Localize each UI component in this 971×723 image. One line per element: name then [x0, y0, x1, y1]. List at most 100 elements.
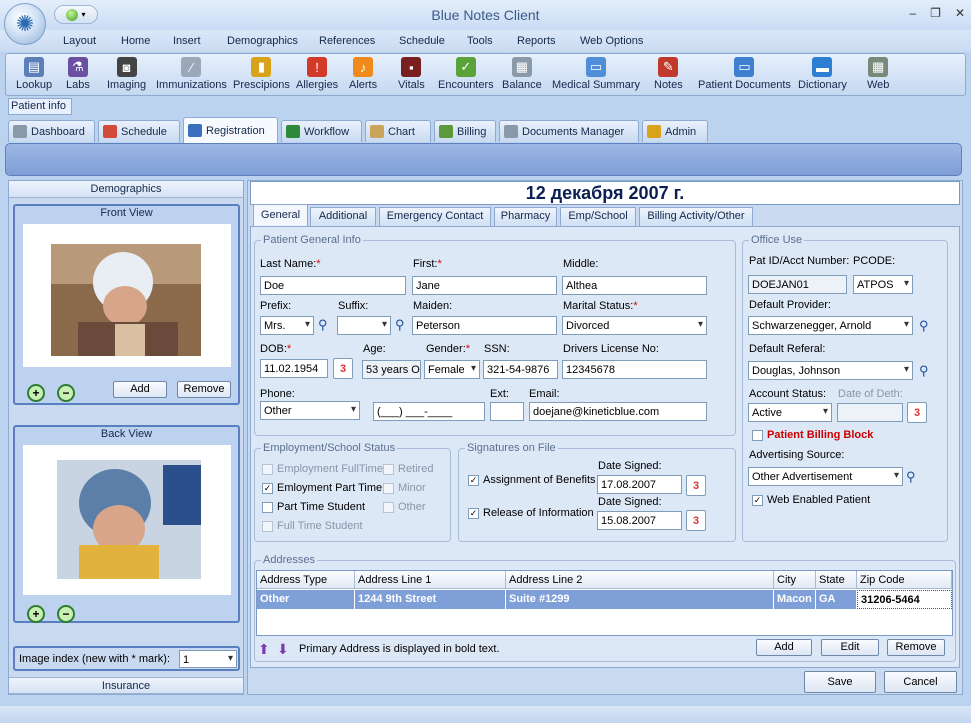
- app-orb-button[interactable]: ✺: [4, 3, 46, 45]
- arrow-up-icon[interactable]: ⬆: [258, 641, 270, 658]
- menu-references[interactable]: References: [319, 35, 375, 47]
- toolbar-medical-summary-button[interactable]: ▭ Medical Summary: [552, 57, 640, 95]
- default-referal-select[interactable]: Douglas, Johnson: [748, 361, 913, 380]
- add-image-button[interactable]: Add: [113, 381, 167, 398]
- demographics-header[interactable]: Demographics: [9, 181, 243, 198]
- last-name-field[interactable]: Doe: [260, 276, 406, 295]
- phone-type-select[interactable]: Other: [260, 401, 360, 420]
- subtab-billing-activity[interactable]: Billing Activity/Other: [639, 207, 753, 226]
- parttime-student-checkbox[interactable]: Part Time Student: [262, 501, 365, 513]
- calendar-icon[interactable]: 3: [686, 475, 706, 496]
- toolbar-imaging-button[interactable]: ◙ Imaging: [107, 57, 146, 95]
- tab-schedule[interactable]: Schedule: [98, 120, 180, 142]
- menu-insert[interactable]: Insert: [173, 35, 201, 47]
- toolbar-web-button[interactable]: ▦ Web: [867, 57, 889, 95]
- search-icon[interactable]: ⚲: [318, 317, 334, 333]
- toolbar-immunizations-button[interactable]: ⁄ Immunizations: [156, 57, 227, 95]
- column-header[interactable]: State: [816, 571, 857, 589]
- zoom-out-icon[interactable]: −: [57, 605, 75, 623]
- suffix-select[interactable]: [337, 316, 391, 335]
- minimize-button[interactable]: –: [909, 6, 916, 20]
- insurance-header[interactable]: Insurance: [9, 677, 243, 694]
- save-button[interactable]: Save: [804, 671, 876, 693]
- pcode-select[interactable]: ATPOS: [853, 275, 913, 294]
- zoom-in-icon[interactable]: +: [27, 384, 45, 402]
- add-address-button[interactable]: Add: [756, 639, 812, 656]
- toolbar-labs-button[interactable]: ⚗ Labs: [66, 57, 90, 95]
- menu-tools[interactable]: Tools: [467, 35, 493, 47]
- toolbar-balance-button[interactable]: ▦ Balance: [502, 57, 542, 95]
- tab-billing[interactable]: Billing: [434, 120, 496, 142]
- middle-name-field[interactable]: Althea: [562, 276, 707, 295]
- toolbar-dictionary-button[interactable]: ▬ Dictionary: [798, 57, 847, 95]
- column-header[interactable]: Address Type: [257, 571, 355, 589]
- patient-billing-block-checkbox[interactable]: Patient Billing Block: [752, 429, 873, 441]
- assignment-date-field[interactable]: 17.08.2007: [597, 475, 682, 494]
- release-of-information-checkbox[interactable]: ✓ Release of Information: [468, 507, 594, 519]
- search-icon[interactable]: ⚲: [906, 469, 922, 485]
- calendar-icon[interactable]: 3: [907, 402, 927, 423]
- first-name-field[interactable]: Jane: [412, 276, 557, 295]
- ssn-field[interactable]: 321-54-9876: [483, 360, 558, 379]
- phone-field[interactable]: (___) ___-____: [373, 402, 485, 421]
- dob-field[interactable]: 11.02.1954: [260, 359, 328, 378]
- ext-field[interactable]: [490, 402, 524, 421]
- release-date-field[interactable]: 15.08.2007: [597, 511, 682, 530]
- fulltime-student-checkbox[interactable]: Full Time Student: [262, 520, 363, 532]
- maiden-field[interactable]: Peterson: [412, 316, 557, 335]
- column-header[interactable]: City: [774, 571, 816, 589]
- menu-demographics[interactable]: Demographics: [227, 35, 298, 47]
- calendar-icon[interactable]: 3: [333, 358, 353, 379]
- gender-select[interactable]: Female: [424, 360, 480, 379]
- toolbar-allergies-button[interactable]: ! Allergies: [296, 57, 338, 95]
- cancel-button[interactable]: Cancel: [884, 671, 957, 693]
- assignment-of-benefits-checkbox[interactable]: ✓ Assignment of Benefits: [468, 474, 596, 486]
- menu-schedule[interactable]: Schedule: [399, 35, 445, 47]
- edit-address-button[interactable]: Edit: [821, 639, 879, 656]
- toolbar-alerts-button[interactable]: ♪ Alerts: [349, 57, 377, 95]
- web-enabled-patient-checkbox[interactable]: ✓ Web Enabled Patient: [752, 494, 870, 506]
- menu-reports[interactable]: Reports: [517, 35, 556, 47]
- toolbar-lookup-button[interactable]: ▤ Lookup: [16, 57, 52, 95]
- toolbar-prescriptions-button[interactable]: ▮ Prescipions: [233, 57, 290, 95]
- calendar-icon[interactable]: 3: [686, 510, 706, 531]
- toolbar-patient-documents-button[interactable]: ▭ Patient Documents: [698, 57, 791, 95]
- advertising-source-select[interactable]: Other Advertisement: [748, 467, 903, 486]
- zoom-out-icon[interactable]: −: [57, 384, 75, 402]
- menu-layout[interactable]: Layout: [63, 35, 96, 47]
- search-icon[interactable]: ⚲: [919, 318, 935, 334]
- account-status-select[interactable]: Active: [748, 403, 832, 422]
- minor-checkbox[interactable]: Minor: [383, 482, 426, 494]
- subtab-pharmacy[interactable]: Pharmacy: [494, 207, 557, 226]
- zoom-in-icon[interactable]: +: [27, 605, 45, 623]
- marital-status-select[interactable]: Divorced: [562, 316, 707, 335]
- tab-chart[interactable]: Chart: [365, 120, 431, 142]
- toolbar-vitals-button[interactable]: ▪ Vitals: [398, 57, 425, 95]
- menu-home[interactable]: Home: [121, 35, 150, 47]
- toolbar-encounters-button[interactable]: ✓ Encounters: [438, 57, 494, 95]
- close-button[interactable]: ✕: [955, 6, 965, 20]
- search-icon[interactable]: ⚲: [919, 363, 935, 379]
- tab-dashboard[interactable]: Dashboard: [8, 120, 95, 142]
- subtab-emp-school[interactable]: Emp/School: [560, 207, 636, 226]
- prefix-select[interactable]: Mrs.: [260, 316, 314, 335]
- image-index-select[interactable]: 1: [179, 650, 237, 668]
- tab-registration[interactable]: Registration: [183, 117, 278, 143]
- other-checkbox[interactable]: Other: [383, 501, 426, 513]
- drivers-license-field[interactable]: 12345678: [562, 360, 707, 379]
- column-header[interactable]: Address Line 2: [506, 571, 774, 589]
- employment-parttime-checkbox[interactable]: ✓ Emloyment Part Time: [262, 482, 382, 494]
- subtab-general[interactable]: General: [253, 204, 308, 227]
- patient-info-tab[interactable]: Patient info: [8, 98, 72, 115]
- subtab-additional[interactable]: Additional: [310, 207, 376, 226]
- subtab-emergency-contact[interactable]: Emergency Contact: [379, 207, 491, 226]
- remove-address-button[interactable]: Remove: [887, 639, 945, 656]
- tab-admin[interactable]: Admin: [642, 120, 708, 142]
- retired-checkbox[interactable]: Retired: [383, 463, 433, 475]
- search-icon[interactable]: ⚲: [395, 317, 411, 333]
- column-header[interactable]: Zip Code: [857, 571, 952, 589]
- maximize-button[interactable]: ❐: [930, 6, 941, 20]
- column-header[interactable]: Address Line 1: [355, 571, 506, 589]
- menu-web-options[interactable]: Web Options: [580, 35, 643, 47]
- remove-image-button[interactable]: Remove: [177, 381, 231, 398]
